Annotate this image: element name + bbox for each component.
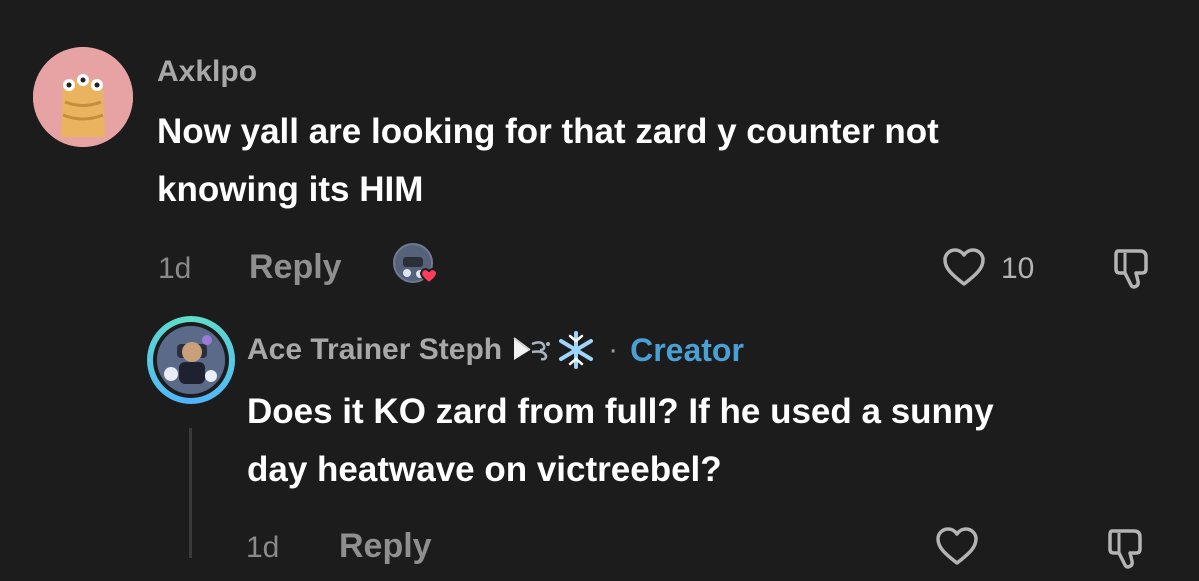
reply-button[interactable]: Reply [249, 248, 342, 287]
comment-text-line: knowing its HIM [157, 170, 424, 209]
thread-line [189, 428, 192, 558]
reply-text-line: day heatwave on victreebel? [247, 450, 722, 489]
reply-avatar[interactable] [147, 316, 235, 404]
reply-timestamp: 1d [246, 531, 280, 564]
avatar[interactable] [33, 47, 133, 147]
comment-text-line: Now yall are looking for that zard y cou… [157, 112, 939, 151]
dislike-icon[interactable] [1110, 245, 1156, 291]
reply-text: Does it KO zard from full? If he used a … [247, 383, 1187, 499]
heart-icon[interactable] [934, 525, 980, 569]
separator-dot: · [608, 333, 619, 366]
reply-username[interactable]: Ace Trainer Steph [247, 333, 502, 367]
snowflake-icon [556, 330, 596, 370]
creator-badge: Creator [630, 331, 744, 368]
liked-by-creator-icon [393, 243, 445, 291]
reply-header: Ace Trainer Steph · Creator [247, 330, 744, 370]
dislike-icon[interactable] [1104, 525, 1150, 571]
heart-icon[interactable] [941, 246, 987, 290]
reply-text-line: Does it KO zard from full? If he used a … [247, 392, 994, 431]
comment-timestamp: 1d [158, 252, 192, 285]
comment-username[interactable]: Axklpo [157, 55, 257, 89]
comment-text: Now yall are looking for that zard y cou… [157, 103, 1157, 219]
like-count: 10 [1001, 252, 1035, 285]
wind-icon [510, 332, 554, 368]
avatar-illustration [33, 47, 133, 147]
reply-button[interactable]: Reply [339, 527, 432, 566]
avatar-image [157, 326, 225, 394]
